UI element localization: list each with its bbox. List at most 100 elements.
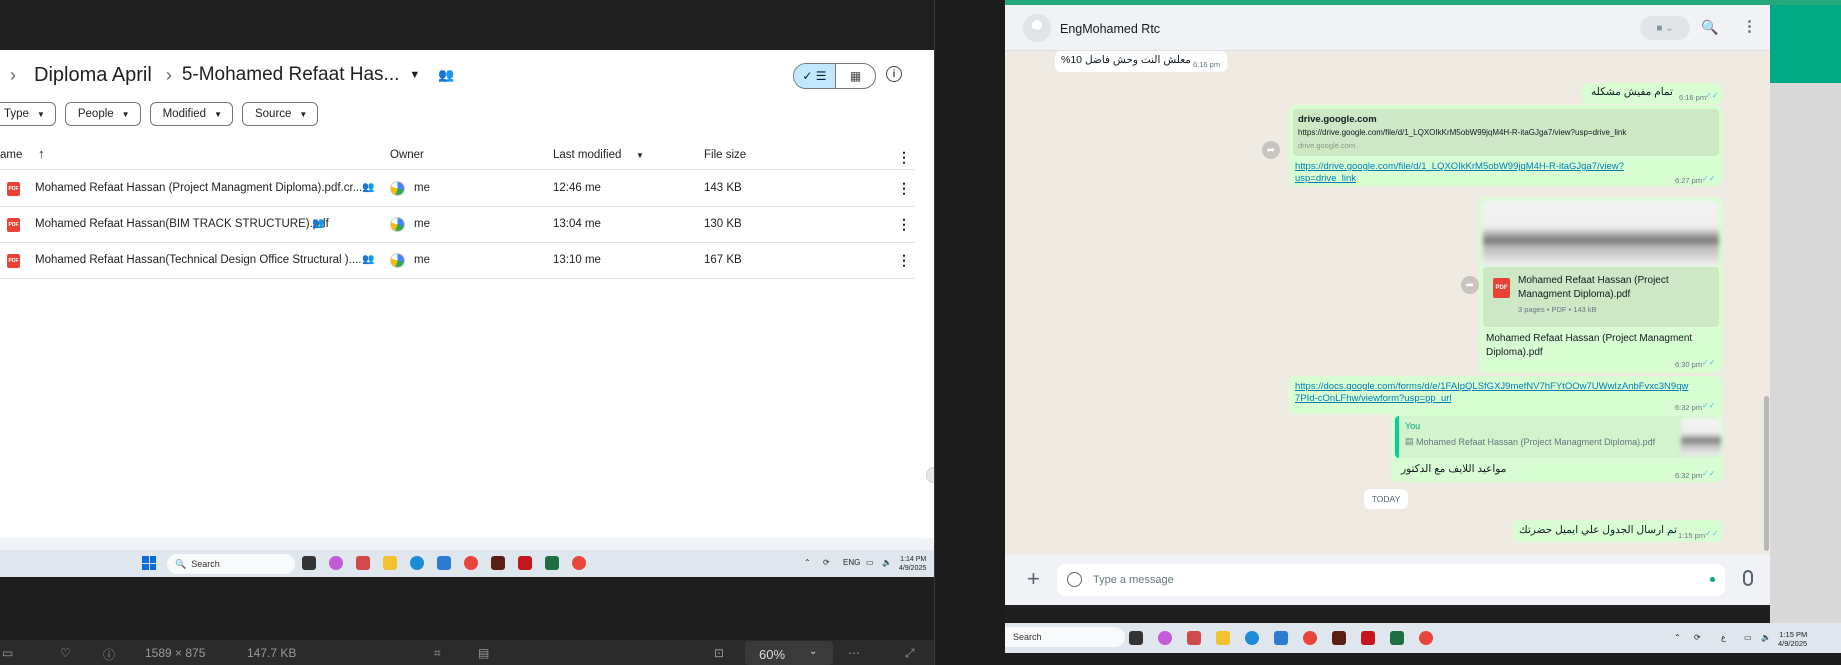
- edge-icon[interactable]: [410, 556, 424, 570]
- volume-icon[interactable]: 🔈: [882, 558, 892, 567]
- table-row[interactable]: PDF Mohamed Refaat Hassan(BIM TRACK STRU…: [0, 207, 915, 243]
- fit-screen-icon[interactable]: ⊡: [714, 646, 724, 660]
- message-link[interactable]: https://drive.google.com/file/d/1_LQXOIk…: [1295, 161, 1624, 172]
- acrobat-icon[interactable]: [518, 556, 532, 570]
- excel-icon[interactable]: [545, 556, 559, 570]
- chrome-icon[interactable]: [572, 556, 586, 570]
- taskbar-clock[interactable]: 1:14 PM 4/9/2025: [899, 555, 926, 573]
- message-bubble[interactable]: You ▤ Mohamed Refaat Hassan (Project Man…: [1391, 412, 1723, 482]
- message-bubble[interactable]: https://docs.google.com/forms/d/e/1FAIpQ…: [1289, 376, 1723, 414]
- message-link[interactable]: usp=drive_link: [1295, 173, 1356, 184]
- more-vert-icon[interactable]: ⋮: [1742, 17, 1757, 35]
- mic-icon[interactable]: [1743, 570, 1753, 586]
- plus-icon[interactable]: +: [1027, 566, 1040, 592]
- chrome-icon[interactable]: [464, 556, 478, 570]
- task-view-icon[interactable]: [1129, 631, 1143, 645]
- forward-icon[interactable]: ➦: [1461, 276, 1479, 294]
- filmstrip-icon[interactable]: ▭: [2, 646, 13, 660]
- chrome-icon[interactable]: [1419, 631, 1433, 645]
- caret-down-icon[interactable]: ▼: [409, 69, 420, 81]
- breadcrumb-parent[interactable]: Diploma April: [34, 64, 152, 87]
- breadcrumb-current[interactable]: 5-Mohamed Refaat Has...: [182, 64, 400, 86]
- message-link[interactable]: 7PId-cOnLFhw/viewform?usp=pp_url: [1295, 393, 1452, 404]
- sync-icon[interactable]: ⟳: [823, 558, 830, 567]
- notepad-icon[interactable]: [437, 556, 451, 570]
- zoom-select[interactable]: 60% ⌄: [745, 641, 833, 665]
- excel-icon[interactable]: [1390, 631, 1404, 645]
- table-row[interactable]: PDF Mohamed Refaat Hassan (Project Manag…: [0, 171, 915, 207]
- file-explorer-icon[interactable]: [383, 556, 397, 570]
- sort-arrow-up-icon[interactable]: ↑: [38, 146, 45, 161]
- document-thumbnail[interactable]: [1483, 201, 1719, 267]
- more-vert-icon[interactable]: ⋮: [897, 252, 911, 269]
- snipping-tool-icon[interactable]: [1187, 631, 1201, 645]
- chrome-icon[interactable]: [1303, 631, 1317, 645]
- info-icon[interactable]: i: [886, 66, 902, 82]
- chat-scrollbar[interactable]: [1764, 396, 1769, 551]
- emoji-icon[interactable]: [1067, 572, 1082, 587]
- column-owner[interactable]: Owner: [390, 149, 424, 161]
- expand-icon[interactable]: ⤢: [905, 646, 915, 661]
- table-row[interactable]: PDF Mohamed Refaat Hassan(Technical Desi…: [0, 243, 915, 279]
- message-bubble[interactable]: drive.google.com https://drive.google.co…: [1289, 105, 1723, 186]
- avatar[interactable]: [1023, 14, 1051, 42]
- more-vert-icon[interactable]: ⋮: [897, 149, 911, 166]
- message-bubble[interactable]: PDF Mohamed Refaat Hassan (Project Manag…: [1479, 197, 1723, 373]
- copilot-icon[interactable]: [329, 556, 343, 570]
- document-attachment[interactable]: PDF Mohamed Refaat Hassan (Project Manag…: [1483, 267, 1719, 327]
- contact-name[interactable]: EngMohamed Rtc: [1060, 22, 1160, 36]
- message-bubble[interactable]: تمام مفيش مشكله 6:16 pm ✓✓: [1582, 83, 1723, 104]
- heart-icon[interactable]: ♡: [60, 646, 71, 660]
- video-call-button[interactable]: ■ ⌄: [1640, 16, 1690, 40]
- crop-icon[interactable]: ⌗: [434, 646, 441, 661]
- text-select-icon[interactable]: ▤: [478, 646, 489, 660]
- message-link[interactable]: https://docs.google.com/forms/d/e/1FAIpQ…: [1295, 381, 1688, 392]
- link-preview[interactable]: drive.google.com https://drive.google.co…: [1293, 109, 1719, 156]
- sort-down-icon[interactable]: ▼: [636, 151, 644, 160]
- chevron-up-icon[interactable]: ⌃: [1674, 633, 1681, 642]
- task-view-icon[interactable]: [302, 556, 316, 570]
- more-horiz-icon[interactable]: ⋯: [848, 646, 860, 660]
- file-name[interactable]: Mohamed Refaat Hassan (Project Managment…: [35, 182, 362, 194]
- snipping-tool-icon[interactable]: [356, 556, 370, 570]
- file-explorer-icon[interactable]: [1216, 631, 1230, 645]
- acrobat-icon[interactable]: [1361, 631, 1375, 645]
- grid-view-button[interactable]: ▦: [836, 64, 875, 88]
- language-indicator[interactable]: ع: [1721, 633, 1726, 642]
- windows-start-icon[interactable]: [142, 556, 156, 570]
- view-toggle[interactable]: ✓ ☰ ▦: [793, 63, 876, 89]
- more-vert-icon[interactable]: ⋮: [897, 180, 911, 197]
- illustrator-icon[interactable]: [1332, 631, 1346, 645]
- edge-icon[interactable]: [1245, 631, 1259, 645]
- volume-icon[interactable]: 🔈: [1761, 633, 1771, 642]
- message-bubble[interactable]: تم ارسال الجدول علي ايميل حضرتك 1:15 pm …: [1513, 520, 1723, 542]
- message-input[interactable]: Type a message: [1057, 564, 1725, 596]
- quoted-message[interactable]: You ▤ Mohamed Refaat Hassan (Project Man…: [1395, 416, 1721, 458]
- copilot-icon[interactable]: [1158, 631, 1172, 645]
- search-icon[interactable]: 🔍: [1701, 19, 1718, 36]
- file-name[interactable]: Mohamed Refaat Hassan(Technical Design O…: [35, 254, 361, 266]
- list-view-button[interactable]: ✓ ☰: [794, 64, 836, 88]
- filter-modified[interactable]: Modified ▼: [149, 102, 233, 126]
- more-vert-icon[interactable]: ⋮: [897, 216, 911, 233]
- taskbar-search[interactable]: 🔍 Search: [167, 554, 295, 574]
- notepad-icon[interactable]: [1274, 631, 1288, 645]
- forward-icon[interactable]: ➦: [1262, 141, 1280, 159]
- sync-icon[interactable]: ⟳: [1694, 633, 1701, 642]
- column-file-size[interactable]: File size: [704, 149, 746, 161]
- file-name[interactable]: Mohamed Refaat Hassan(BIM TRACK STRUCTUR…: [35, 218, 329, 230]
- filter-source[interactable]: Source ▼: [241, 102, 319, 126]
- column-last-modified[interactable]: Last modified: [553, 149, 621, 161]
- info-icon[interactable]: ⓘ: [103, 646, 115, 663]
- chevron-up-icon[interactable]: ⌃: [804, 558, 811, 567]
- display-icon[interactable]: ▭: [1744, 633, 1752, 642]
- taskbar-clock[interactable]: 1:15 PM 4/9/2025: [1778, 630, 1807, 648]
- language-indicator[interactable]: ENG: [843, 558, 860, 567]
- taskbar-search[interactable]: Search: [1005, 627, 1125, 647]
- filter-people[interactable]: People ▼: [64, 102, 141, 126]
- column-name[interactable]: ame: [0, 149, 22, 161]
- illustrator-icon[interactable]: [491, 556, 505, 570]
- filter-type[interactable]: Type ▼: [0, 102, 56, 126]
- message-bubble[interactable]: معلش النت وحش فاضل 10% 6:16 pm: [1055, 51, 1227, 72]
- display-icon[interactable]: ▭: [866, 558, 874, 567]
